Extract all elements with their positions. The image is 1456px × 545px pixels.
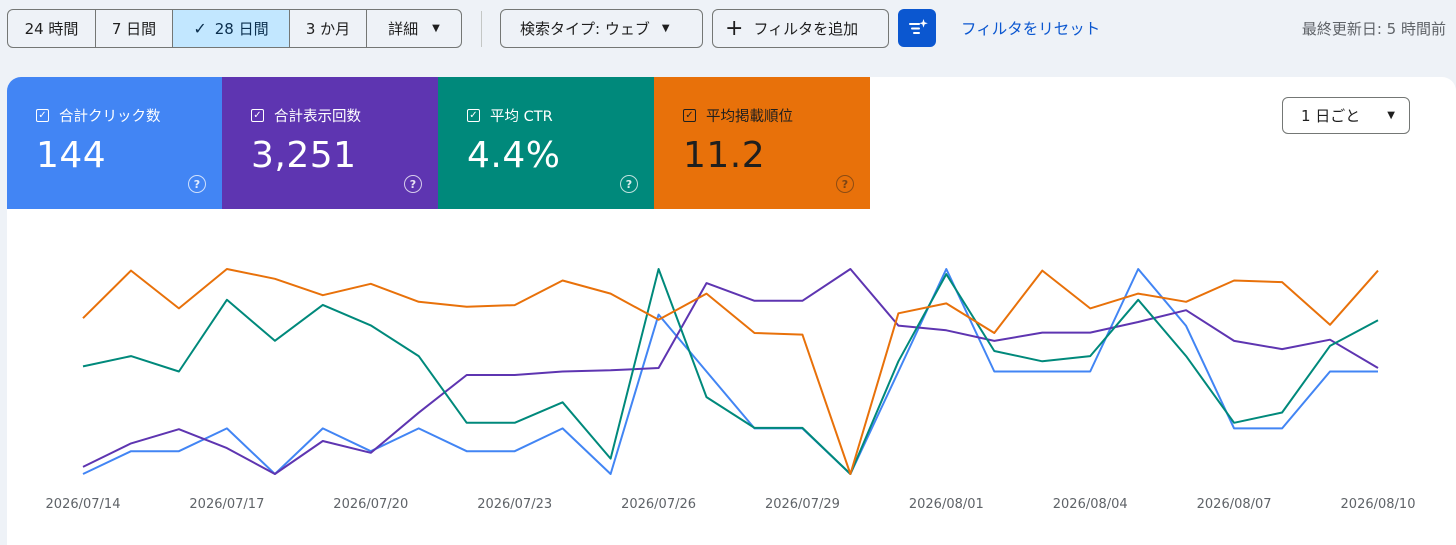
caret-down-icon: ▼ [1387,110,1395,121]
range-24h-button[interactable]: 24 時間 [8,10,96,47]
x-tick-label: 2026/07/23 [477,497,552,512]
add-filter-button[interactable]: + フィルタを追加 [712,9,889,48]
x-tick-label: 2026/08/01 [909,497,984,512]
reset-filters-link[interactable]: フィルタをリセット [961,17,1100,39]
x-tick-label: 2026/08/07 [1197,497,1272,512]
x-tick-label: 2026/08/04 [1053,497,1128,512]
help-icon[interactable]: ? [620,175,638,193]
metric-value: 3,251 [251,135,357,176]
metric-tile-impressions[interactable]: ✓ 合計表示回数 3,251 ? [222,77,438,209]
metric-tile-ctr[interactable]: ✓ 平均 CTR 4.4% ? [438,77,654,209]
series-line-1 [82,268,1378,475]
metric-label: 合計クリック数 [59,109,161,125]
granularity-label: 1 日ごと [1301,107,1361,125]
range-custom-button[interactable]: 詳細 ▼ [367,10,461,47]
caret-down-icon: ▼ [661,23,670,34]
metric-value: 11.2 [683,135,766,176]
performance-card: ✓ 合計クリック数 144 ? ✓ 合計表示回数 3,251 ? ✓ 平均 CT… [7,77,1456,545]
checkbox-checked-icon[interactable]: ✓ [251,109,264,122]
checkbox-checked-icon[interactable]: ✓ [36,109,49,122]
range-3m-label: 3 か月 [305,20,351,38]
metric-label: 合計表示回数 [274,109,361,125]
date-range-segmented-control: 24 時間 7 日間 ✓ 28 日間 3 か月 詳細 ▼ [7,9,462,48]
add-filter-label: フィルタを追加 [753,20,859,38]
x-tick-label: 2026/07/29 [765,497,840,512]
range-7d-button[interactable]: 7 日間 [96,10,173,47]
x-tick-label: 2026/08/10 [1341,497,1416,512]
search-type-label: 検索タイプ: ウェブ [520,20,650,38]
x-tick-label: 2026/07/20 [333,497,408,512]
range-28d-button[interactable]: ✓ 28 日間 [173,10,290,47]
metric-value: 144 [36,135,107,176]
metric-label: 平均 CTR [490,109,553,125]
range-7d-label: 7 日間 [111,20,157,38]
metric-label: 平均掲載順位 [706,109,793,125]
metric-tile-position[interactable]: ✓ 平均掲載順位 11.2 ? [654,77,870,209]
toolbar-divider [481,11,482,47]
metric-label-row: ✓ 平均掲載順位 [683,105,793,126]
metric-label-row: ✓ 平均 CTR [467,105,553,126]
help-icon[interactable]: ? [404,175,422,193]
help-icon[interactable]: ? [188,175,206,193]
help-icon[interactable]: ? [836,175,854,193]
range-3m-button[interactable]: 3 か月 [290,10,367,47]
metric-tile-clicks[interactable]: ✓ 合計クリック数 144 ? [7,77,222,209]
x-tick-label: 2026/07/17 [189,497,264,512]
x-axis-ticks: 2026/07/14 2026/07/17 2026/07/20 2026/07/23… [46,497,1416,512]
checkbox-checked-icon[interactable]: ✓ [683,109,696,122]
x-tick-label: 2026/07/14 [46,497,121,512]
last-updated-text: 最終更新日: 5 時間前 [1301,20,1446,38]
check-icon: ✓ [193,19,207,38]
smart-filter-button[interactable] [898,9,936,47]
toolbar: 24 時間 7 日間 ✓ 28 日間 3 か月 詳細 ▼ 検索タイプ: ウェブ … [0,0,1456,60]
granularity-dropdown[interactable]: 1 日ごと ▼ [1282,97,1410,134]
checkbox-checked-icon[interactable]: ✓ [467,109,480,122]
search-type-dropdown[interactable]: 検索タイプ: ウェブ ▼ [500,9,703,48]
caret-down-icon: ▼ [432,23,440,34]
series-line-2 [82,268,1379,475]
chart-series-group [82,268,1379,475]
range-24h-label: 24 時間 [24,20,79,38]
range-28d-label: 28 日間 [214,20,269,38]
metric-label-row: ✓ 合計表示回数 [251,105,361,126]
series-line-4 [82,268,1379,475]
metric-label-row: ✓ 合計クリック数 [36,105,161,126]
range-custom-label: 詳細 [388,20,419,38]
performance-line-chart: 2026/07/14 2026/07/17 2026/07/20 2026/07/23… [46,268,1416,512]
plus-icon: + [725,15,744,41]
metric-value: 4.4% [467,135,561,176]
series-line-3 [82,268,1379,475]
filter-sparkle-icon [909,19,928,34]
x-tick-label: 2026/07/26 [621,497,696,512]
